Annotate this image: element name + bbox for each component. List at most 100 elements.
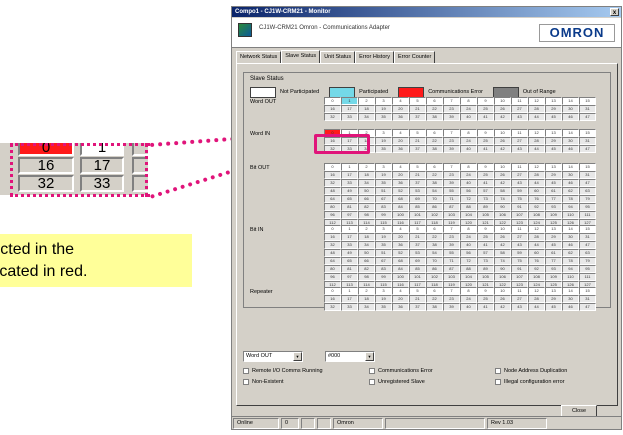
slave-cell[interactable]: 45	[545, 145, 562, 153]
slave-cell[interactable]: 23	[443, 295, 460, 303]
slave-cell[interactable]: 77	[545, 195, 562, 203]
slave-cell[interactable]: 25	[477, 171, 494, 179]
slave-cell[interactable]: 25	[477, 105, 494, 113]
slave-cell[interactable]: 32	[324, 113, 341, 121]
slave-cell[interactable]: 98	[358, 211, 375, 219]
slave-cell[interactable]: 87	[443, 265, 460, 273]
slave-cell[interactable]: 26	[494, 105, 511, 113]
slave-cell[interactable]: 1	[341, 225, 358, 233]
slave-cell[interactable]: 93	[545, 265, 562, 273]
slave-cell[interactable]: 4	[392, 225, 409, 233]
slave-cell[interactable]: 37	[409, 145, 426, 153]
slave-cell[interactable]: 41	[477, 145, 494, 153]
slave-cell[interactable]: 93	[545, 203, 562, 211]
slave-cell[interactable]: 14	[562, 287, 579, 295]
slave-cell[interactable]: 63	[579, 249, 596, 257]
slave-cell[interactable]: 42	[494, 113, 511, 121]
slave-cell[interactable]: 45	[545, 179, 562, 187]
slave-cell[interactable]: 61	[545, 249, 562, 257]
slave-cell[interactable]: 4	[392, 163, 409, 171]
slave-cell[interactable]: 100	[392, 273, 409, 281]
checkbox-box[interactable]	[495, 379, 501, 385]
slave-cell[interactable]: 47	[579, 303, 596, 311]
slave-cell[interactable]: 75	[511, 195, 528, 203]
slave-cell[interactable]: 47	[579, 113, 596, 121]
word-select[interactable]: #000 ▼	[325, 351, 375, 362]
slave-cell[interactable]: 29	[545, 295, 562, 303]
slave-cell[interactable]: 42	[494, 303, 511, 311]
slave-cell[interactable]: 58	[494, 249, 511, 257]
slave-cell[interactable]: 34	[358, 179, 375, 187]
checkbox-box[interactable]	[243, 368, 249, 374]
slave-cell[interactable]: 11	[511, 287, 528, 295]
tab-unit-status[interactable]: Unit Status	[320, 51, 356, 63]
slave-cell[interactable]: 13	[545, 129, 562, 137]
slave-cell[interactable]: 51	[375, 249, 392, 257]
slave-cell[interactable]: 110	[562, 211, 579, 219]
slave-cell[interactable]: 31	[579, 171, 596, 179]
slave-cell[interactable]: 32	[324, 303, 341, 311]
slave-cell[interactable]: 27	[511, 171, 528, 179]
slave-cell[interactable]: 40	[460, 303, 477, 311]
slave-cell[interactable]: 41	[477, 179, 494, 187]
slave-cell[interactable]: 47	[579, 179, 596, 187]
slave-cell[interactable]: 8	[460, 163, 477, 171]
slave-cell[interactable]: 6	[426, 163, 443, 171]
slave-cell[interactable]: 47	[579, 241, 596, 249]
slave-cell[interactable]: 35	[375, 113, 392, 121]
slave-cell[interactable]: 76	[528, 257, 545, 265]
slave-cell[interactable]: 38	[426, 241, 443, 249]
slave-cell[interactable]: 92	[528, 203, 545, 211]
slave-cell[interactable]: 46	[562, 241, 579, 249]
slave-cell[interactable]: 95	[579, 265, 596, 273]
slave-cell[interactable]: 15	[579, 225, 596, 233]
slave-cell[interactable]: 44	[528, 303, 545, 311]
slave-cell[interactable]: 81	[341, 265, 358, 273]
slave-cell[interactable]: 16	[324, 171, 341, 179]
slave-cell[interactable]: 23	[443, 105, 460, 113]
slave-cell[interactable]: 22	[426, 233, 443, 241]
slave-cell[interactable]: 29	[545, 137, 562, 145]
slave-cell[interactable]: 13	[545, 163, 562, 171]
slave-cell[interactable]: 10	[494, 129, 511, 137]
slave-cell[interactable]: 35	[375, 179, 392, 187]
slave-cell[interactable]: 38	[426, 179, 443, 187]
checkbox-box[interactable]	[495, 368, 501, 374]
slave-cell[interactable]: 43	[511, 303, 528, 311]
slave-cell[interactable]: 50	[358, 249, 375, 257]
slave-cell[interactable]: 101	[409, 211, 426, 219]
slave-cell[interactable]: 8	[460, 287, 477, 295]
slave-cell[interactable]: 30	[562, 171, 579, 179]
slave-cell[interactable]: 46	[562, 145, 579, 153]
slave-cell[interactable]: 63	[579, 187, 596, 195]
slave-cell[interactable]: 26	[494, 137, 511, 145]
slave-cell[interactable]: 102	[426, 211, 443, 219]
slave-cell[interactable]: 90	[494, 265, 511, 273]
slave-cell[interactable]: 110	[562, 273, 579, 281]
chevron-down-icon[interactable]: ▼	[293, 352, 302, 361]
slave-cell[interactable]: 70	[426, 195, 443, 203]
slave-cell[interactable]: 8	[460, 97, 477, 105]
slave-cell[interactable]: 33	[341, 241, 358, 249]
slave-cell[interactable]: 28	[528, 233, 545, 241]
slave-cell[interactable]: 67	[375, 195, 392, 203]
slave-cell[interactable]: 67	[375, 257, 392, 265]
tab-error-counter[interactable]: Error Counter	[393, 51, 436, 63]
slave-cell[interactable]: 107	[511, 211, 528, 219]
slave-cell[interactable]: 62	[562, 249, 579, 257]
slave-cell[interactable]: 107	[511, 273, 528, 281]
slave-cell[interactable]: 43	[511, 113, 528, 121]
slave-cell[interactable]: 17	[341, 171, 358, 179]
slave-cell[interactable]: 9	[477, 97, 494, 105]
slave-cell[interactable]: 26	[494, 171, 511, 179]
status-checkbox[interactable]: Non-Existent	[243, 379, 284, 385]
slave-cell[interactable]: 26	[494, 233, 511, 241]
slave-cell[interactable]: 72	[460, 257, 477, 265]
slave-cell[interactable]: 12	[528, 97, 545, 105]
slave-cell[interactable]: 29	[545, 171, 562, 179]
slave-cell[interactable]: 31	[579, 105, 596, 113]
slave-cell[interactable]: 94	[562, 203, 579, 211]
slave-cell[interactable]: 5	[409, 129, 426, 137]
slave-cell[interactable]: 19	[375, 137, 392, 145]
slave-cell[interactable]: 14	[562, 129, 579, 137]
